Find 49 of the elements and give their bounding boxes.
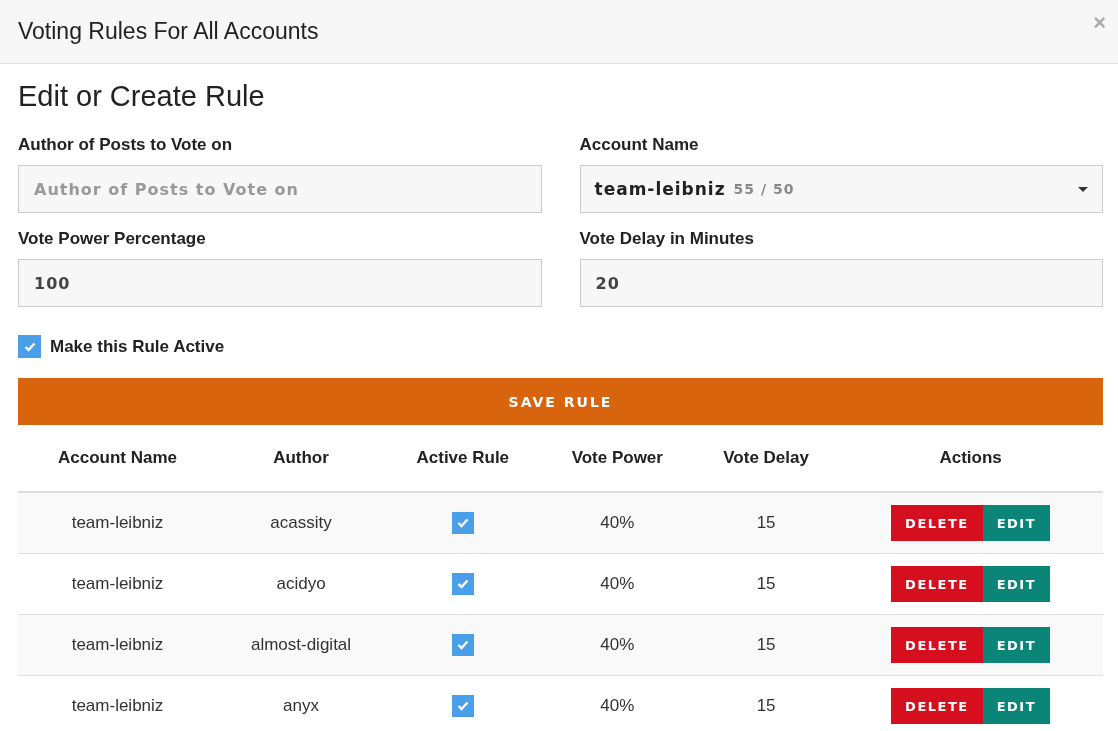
table-cell: 40% (540, 492, 695, 554)
table-cell: almost-digital (217, 614, 385, 676)
edit-button[interactable]: EDIT (982, 566, 1051, 602)
check-icon (456, 579, 469, 589)
table-cell: 15 (694, 675, 839, 731)
select-count: 55 / 50 (733, 181, 796, 197)
input-field[interactable]: 100 (18, 259, 542, 307)
delete-button[interactable]: DELETE (891, 505, 983, 541)
table-cell: team-leibniz (18, 492, 218, 554)
active-checkbox[interactable] (451, 512, 474, 534)
table-cell: 40% (540, 553, 695, 615)
save-rule-button[interactable]: SAVE RULE (18, 378, 1103, 425)
field-label: Vote Power Percentage (18, 229, 207, 249)
form-heading: Edit or Create Rule (18, 80, 266, 113)
active-checkbox[interactable] (451, 634, 474, 656)
edit-button[interactable]: EDIT (982, 627, 1051, 663)
table-cell: anyx (217, 675, 385, 731)
caret-icon (1078, 186, 1088, 192)
table-cell: 15 (694, 614, 839, 676)
delete-button[interactable]: DELETE (891, 627, 983, 663)
checkbox-label: Make this Rule Active (50, 336, 225, 357)
check-icon (456, 701, 469, 711)
dialog-title: Voting Rules For All Accounts (18, 18, 319, 45)
table-cell: acassity (217, 492, 385, 554)
active-checkbox[interactable] (451, 573, 474, 595)
check-icon (23, 341, 36, 352)
table-cell: 15 (694, 553, 839, 615)
field-label: Vote Delay in Minutes (579, 229, 755, 249)
check-icon (456, 518, 469, 528)
field-label: Account Name (579, 135, 700, 155)
edit-button[interactable]: EDIT (982, 505, 1051, 541)
table-cell: 40% (540, 675, 695, 731)
table-cell: 40% (540, 614, 695, 676)
input-field[interactable]: Author of Posts to Vote on (18, 165, 542, 213)
account-select[interactable]: team-leibniz 55 / 50 (579, 165, 1103, 213)
table-cell: 15 (694, 492, 839, 554)
select-value: team-leibniz (594, 179, 726, 199)
table-cell: team-leibniz (18, 553, 218, 615)
table-cell: acidyo (217, 553, 385, 615)
table-cell: team-leibniz (18, 614, 218, 676)
edit-button[interactable]: EDIT (982, 688, 1051, 724)
active-checkbox[interactable] (18, 335, 41, 358)
check-icon (456, 640, 469, 650)
field-label: Author of Posts to Vote on (18, 135, 234, 155)
delete-button[interactable]: DELETE (891, 566, 983, 602)
delete-button[interactable]: DELETE (891, 688, 983, 724)
input-field[interactable]: 20 (579, 259, 1103, 307)
table-cell: team-leibniz (18, 675, 218, 731)
active-checkbox[interactable] (451, 695, 474, 717)
